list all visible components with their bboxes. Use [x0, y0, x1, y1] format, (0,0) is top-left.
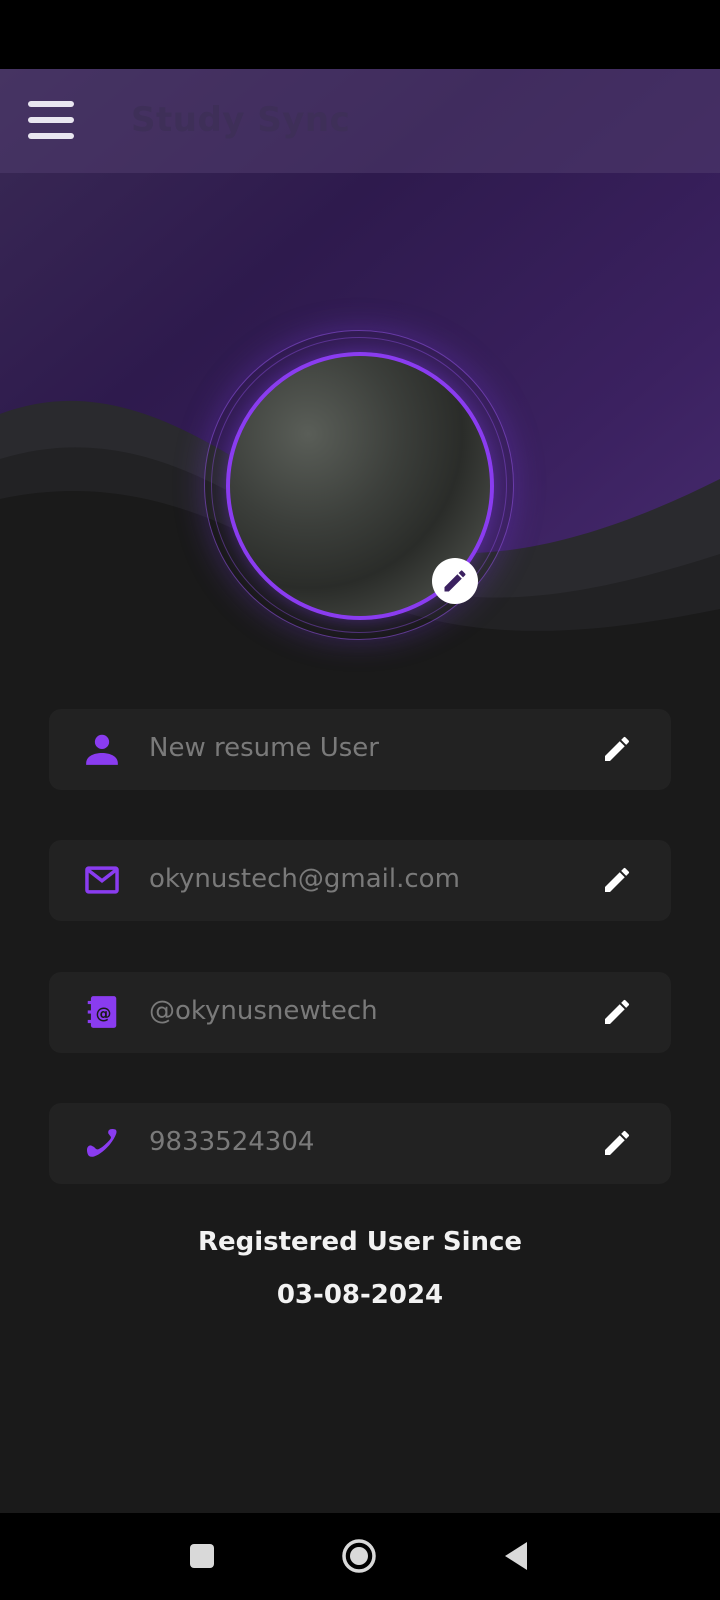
contact-book-icon: @: [87, 996, 117, 1028]
phone-value: 9833524304: [149, 1127, 315, 1157]
profile-screen: Study Sync New resume User okynustech@gm…: [0, 0, 720, 1600]
svg-text:@: @: [96, 1003, 112, 1022]
recents-button[interactable]: [167, 1513, 237, 1600]
email-value: okynustech@gmail.com: [149, 864, 460, 894]
person-icon: [86, 734, 118, 765]
name-value: New resume User: [149, 733, 379, 763]
pencil-icon[interactable]: [601, 996, 633, 1028]
pencil-icon[interactable]: [601, 733, 633, 765]
pencil-icon: [444, 570, 466, 592]
pencil-icon[interactable]: [601, 864, 633, 896]
app-bar: [0, 69, 720, 173]
username-field[interactable]: @ @okynusnewtech: [49, 972, 671, 1053]
avatar-edit-button[interactable]: [432, 558, 478, 604]
username-value: @okynusnewtech: [149, 996, 378, 1026]
registered-since-label: Registered User Since: [197, 1227, 523, 1257]
pencil-icon[interactable]: [601, 1127, 633, 1159]
home-circle-icon: [342, 1539, 376, 1573]
email-field[interactable]: okynustech@gmail.com: [49, 840, 671, 921]
back-triangle-icon: [505, 1542, 527, 1570]
back-button[interactable]: [482, 1513, 552, 1600]
recents-square-icon: [190, 1544, 214, 1568]
app-title: Study Sync: [131, 100, 351, 140]
name-field[interactable]: New resume User: [49, 709, 671, 790]
registered-since-date: 03-08-2024: [276, 1280, 444, 1310]
hamburger-menu-icon[interactable]: [28, 101, 74, 141]
phone-icon: [86, 1129, 117, 1157]
system-navigation-bar: [0, 1513, 720, 1600]
phone-field[interactable]: 9833524304: [49, 1103, 671, 1184]
home-button[interactable]: [324, 1513, 394, 1600]
mail-icon: [85, 866, 119, 894]
status-bar: [0, 0, 720, 69]
profile-avatar: [204, 330, 514, 640]
